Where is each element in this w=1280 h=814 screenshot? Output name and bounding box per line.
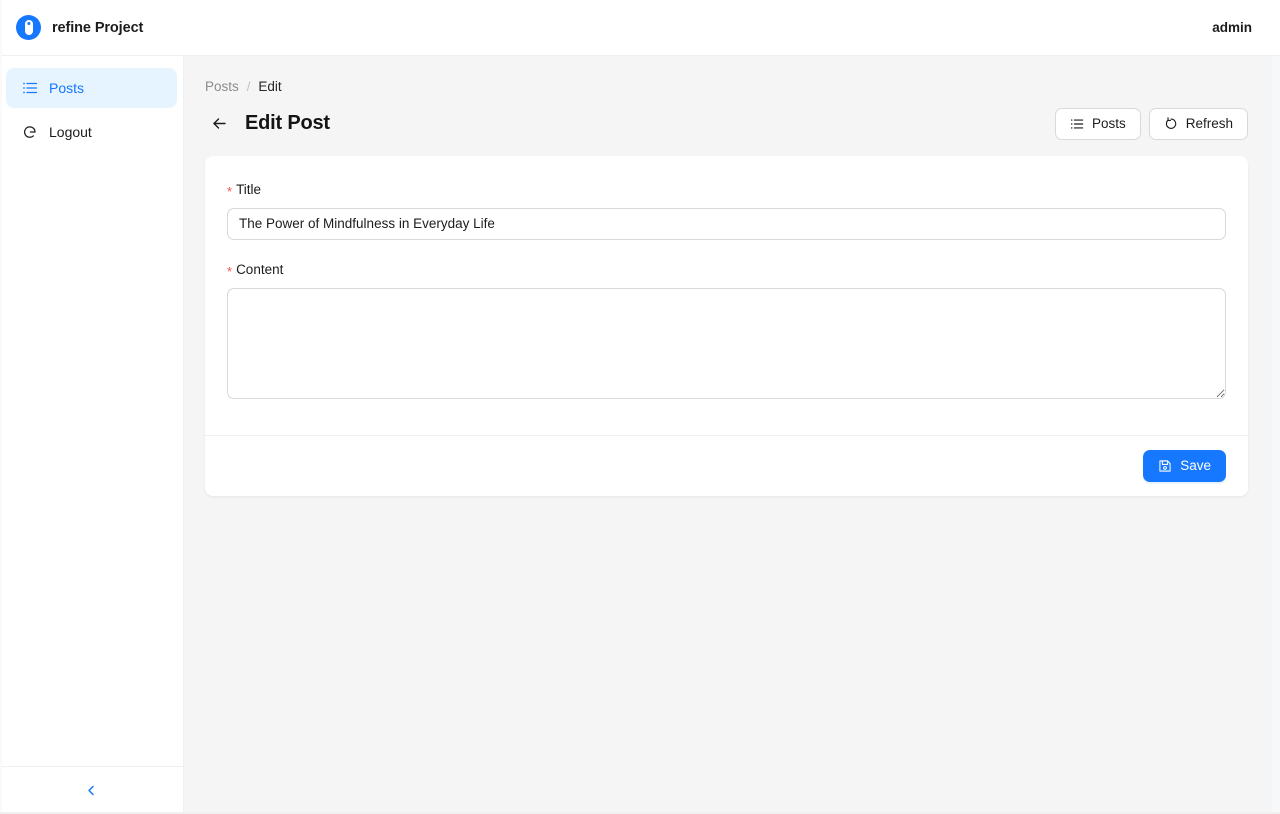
topbar-right: admin (1212, 20, 1280, 35)
breadcrumb-item-posts[interactable]: Posts (205, 80, 239, 94)
title-label: * Title (227, 180, 1226, 200)
title-label-text: Title (236, 181, 262, 197)
sidebar-item-posts[interactable]: Posts (6, 68, 177, 108)
save-icon (1158, 459, 1172, 473)
sidebar-item-logout[interactable]: Logout (6, 112, 177, 152)
refine-logo-icon (16, 15, 41, 40)
page-header: Edit Post Posts Refresh (184, 94, 1280, 140)
refresh-icon (1164, 116, 1178, 131)
form-item-content: * Content (227, 260, 1226, 399)
page-scrollbar[interactable] (1272, 56, 1280, 814)
top-header-bar: refine Project admin (0, 0, 1280, 56)
breadcrumb: Posts / Edit (184, 56, 1280, 94)
required-marker: * (227, 264, 233, 279)
sidebar-menu: Posts Logout (0, 56, 183, 152)
content-label-text: Content (236, 261, 284, 277)
page-title: Edit Post (245, 112, 330, 134)
posts-list-button-label: Posts (1091, 116, 1126, 131)
user-name-label: admin (1212, 20, 1252, 35)
chevron-left-icon (85, 784, 98, 797)
card-footer: Save (205, 434, 1248, 496)
save-button[interactable]: Save (1143, 449, 1226, 482)
arrow-left-icon (211, 115, 228, 132)
brand[interactable]: refine Project (0, 0, 143, 55)
sidebar-item-label: Logout (49, 124, 92, 140)
refresh-button-label: Refresh (1185, 116, 1233, 131)
back-button[interactable] (205, 110, 233, 138)
header-actions: Posts Refresh (1054, 107, 1248, 140)
brand-name: refine Project (52, 19, 144, 36)
content-label: * Content (227, 260, 1226, 280)
edit-post-card: * Title * Content (205, 155, 1248, 496)
list-icon (1070, 117, 1084, 131)
required-marker: * (227, 184, 233, 199)
title-input[interactable] (227, 207, 1226, 240)
sidebar-item-label: Posts (49, 80, 85, 96)
breadcrumb-item-edit: Edit (258, 79, 282, 94)
breadcrumb-separator: / (246, 79, 251, 95)
list-icon (22, 80, 38, 96)
sidebar-collapse-button[interactable] (0, 766, 183, 814)
main-content: Posts / Edit Edit Post Posts Refresh * T… (184, 56, 1280, 814)
card-body: * Title * Content (205, 156, 1248, 435)
window-left-edge (0, 0, 2, 814)
form-item-title: * Title (227, 180, 1226, 240)
save-button-label: Save (1180, 458, 1211, 473)
logout-icon (22, 124, 38, 140)
sidebar: Posts Logout (0, 56, 184, 814)
content-textarea[interactable] (227, 287, 1226, 399)
refresh-button[interactable]: Refresh (1148, 107, 1248, 140)
app-root: refine Project admin Posts Logout Posts … (0, 0, 1280, 814)
posts-list-button[interactable]: Posts (1054, 107, 1141, 140)
